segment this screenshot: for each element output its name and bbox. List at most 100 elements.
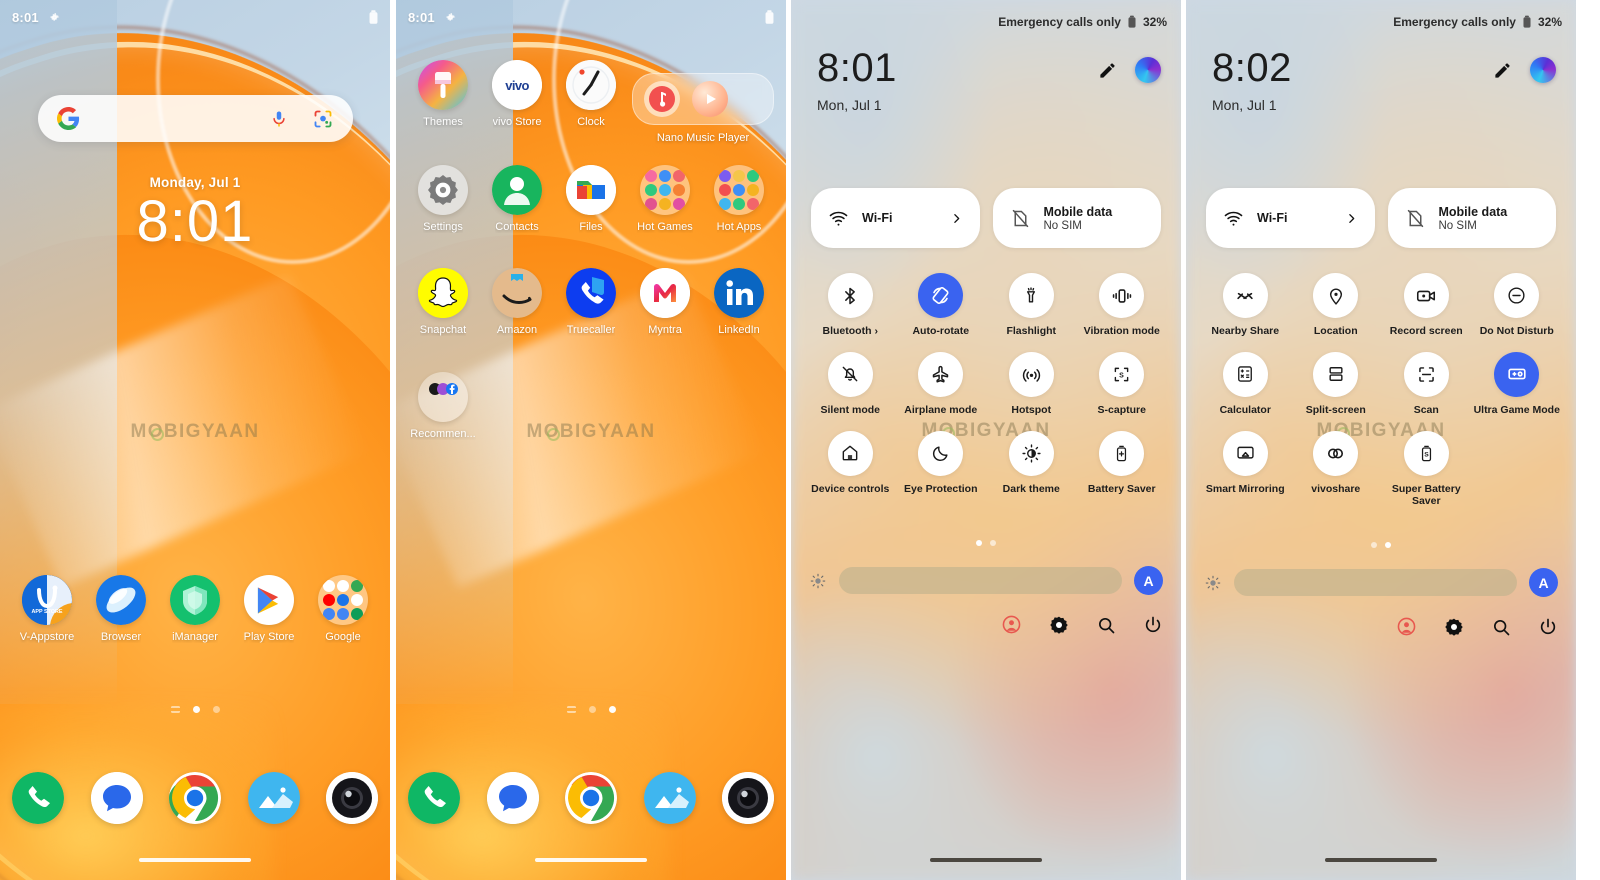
brightness-slider[interactable] — [839, 567, 1122, 594]
qs-tile-vibration-mode[interactable]: Vibration mode — [1077, 273, 1168, 338]
home-indicator[interactable] — [535, 857, 647, 862]
google-search-bar[interactable] — [38, 95, 353, 142]
qs-tile-battery-saver[interactable]: Battery Saver — [1077, 430, 1168, 496]
qs-tile-auto-rotate[interactable]: Auto-rotate — [896, 273, 987, 338]
power-icon[interactable] — [1143, 615, 1163, 635]
gallery-icon[interactable] — [643, 772, 696, 824]
qs-page-dot-active[interactable] — [1385, 542, 1391, 548]
search-icon[interactable] — [1491, 617, 1511, 637]
app-v-appstore[interactable]: APP STORE V-Appstore — [10, 575, 84, 643]
qs-page-indicator[interactable] — [791, 540, 1181, 546]
pencil-edit-icon[interactable] — [1098, 61, 1117, 80]
page-dot[interactable] — [212, 706, 220, 713]
qs-tile-smart-mirroring[interactable]: Smart Mirroring — [1200, 430, 1291, 509]
app-myntra[interactable]: Myntra — [628, 268, 702, 336]
app-recommended-folder[interactable]: Recommen... — [406, 372, 480, 440]
qs-card-mobile-data[interactable]: Mobile data No SIM — [1387, 188, 1556, 248]
app-settings[interactable]: Settings — [406, 165, 480, 233]
messages-icon[interactable] — [90, 772, 143, 824]
jovi-orb-icon[interactable] — [1135, 57, 1161, 83]
qs-page-dot[interactable] — [990, 540, 996, 546]
home-indicator[interactable] — [139, 857, 251, 862]
qs-page-indicator[interactable] — [1186, 542, 1576, 548]
app-themes[interactable]: Themes — [406, 60, 480, 128]
chrome-icon[interactable] — [565, 772, 617, 824]
chevron-right-icon[interactable]: › — [875, 325, 879, 337]
home-indicator[interactable] — [1325, 857, 1437, 862]
microphone-icon[interactable] — [266, 106, 292, 132]
qs-page-dot[interactable] — [1371, 542, 1377, 548]
qs-tile-super-battery-saver[interactable]: S Super Battery Saver — [1381, 430, 1472, 509]
page-dot-active[interactable] — [192, 706, 200, 713]
page-dot-active[interactable] — [608, 706, 616, 713]
app-hot-games[interactable]: Hot Games — [628, 165, 702, 233]
app-contacts[interactable]: Contacts — [480, 165, 554, 233]
app-linkedin[interactable]: LinkedIn — [702, 268, 776, 336]
chevron-right-icon[interactable] — [950, 212, 963, 225]
auto-brightness-button[interactable]: A — [1134, 566, 1163, 595]
qs-tile-do-not-disturb[interactable]: Do Not Disturb — [1472, 273, 1563, 338]
nano-music-player-widget[interactable] — [632, 73, 774, 125]
gear-icon[interactable] — [444, 11, 457, 24]
app-files[interactable]: Files — [554, 165, 628, 233]
app-browser[interactable]: Browser — [84, 575, 158, 643]
qs-tile-flashlight[interactable]: Flashlight — [986, 273, 1077, 338]
qs-tile-nearby-share[interactable]: Nearby Share — [1200, 273, 1291, 338]
brightness-slider[interactable] — [1234, 569, 1517, 596]
camera-icon[interactable] — [722, 772, 774, 824]
qs-tile-ultra-game-mode[interactable]: Ultra Game Mode — [1472, 351, 1563, 417]
phone-icon[interactable] — [12, 772, 64, 824]
search-icon[interactable] — [1096, 615, 1116, 635]
home-indicator[interactable] — [930, 857, 1042, 862]
page-dot-widgets[interactable] — [566, 706, 576, 713]
qs-tile-bluetooth[interactable]: Bluetooth › — [805, 273, 896, 338]
app-imanager[interactable]: iManager — [158, 575, 232, 643]
nano-music-icon[interactable] — [644, 81, 680, 117]
gallery-icon[interactable] — [247, 772, 300, 824]
app-clock[interactable]: Clock — [554, 60, 628, 128]
messages-icon[interactable] — [486, 772, 539, 824]
auto-brightness-button[interactable]: A — [1529, 568, 1558, 597]
page-dot[interactable] — [588, 706, 596, 713]
qs-tile-vivoshare[interactable]: vivoshare — [1291, 430, 1382, 509]
app-snapchat[interactable]: Snapchat — [406, 268, 480, 336]
jovi-orb-icon[interactable] — [1530, 57, 1556, 83]
qs-tile-split-screen[interactable]: Split-screen — [1291, 351, 1382, 417]
qs-tile-record-screen[interactable]: Record screen — [1381, 273, 1472, 338]
page-dot-widgets[interactable] — [170, 706, 180, 713]
app-vivo-store[interactable]: vivo vivo Store — [480, 60, 554, 128]
qs-card-mobile-data[interactable]: Mobile data No SIM — [992, 188, 1161, 248]
qs-tile-airplane-mode[interactable]: Airplane mode — [896, 351, 987, 417]
qs-tile-scan[interactable]: Scan — [1381, 351, 1472, 417]
gear-icon[interactable] — [48, 11, 61, 24]
qs-tile-location[interactable]: Location — [1291, 273, 1382, 338]
page-indicator[interactable] — [0, 706, 390, 713]
play-icon[interactable] — [692, 81, 728, 117]
settings-gear-icon[interactable] — [1049, 615, 1069, 635]
app-amazon[interactable]: Amazon — [480, 268, 554, 336]
qs-tile-eye-protection[interactable]: Eye Protection — [896, 430, 987, 496]
qs-card-wifi[interactable]: Wi-Fi — [811, 188, 980, 248]
qs-card-wifi[interactable]: Wi-Fi — [1206, 188, 1375, 248]
power-icon[interactable] — [1538, 617, 1558, 637]
chrome-icon[interactable] — [169, 772, 221, 824]
camera-icon[interactable] — [326, 772, 378, 824]
app-google-folder[interactable]: Google — [306, 575, 380, 643]
user-account-icon[interactable] — [1001, 614, 1022, 635]
user-account-icon[interactable] — [1396, 616, 1417, 637]
pencil-edit-icon[interactable] — [1493, 61, 1512, 80]
qs-tile-dark-theme[interactable]: Dark theme — [986, 430, 1077, 496]
qs-tile-silent-mode[interactable]: Silent mode — [805, 351, 896, 417]
page-indicator[interactable] — [396, 706, 786, 713]
qs-tile-hotspot[interactable]: Hotspot — [986, 351, 1077, 417]
app-play-store[interactable]: Play Store — [232, 575, 306, 643]
qs-tile-calculator[interactable]: Calculator — [1200, 351, 1291, 417]
qs-tile-s-capture[interactable]: S S-capture — [1077, 351, 1168, 417]
qs-tile-device-controls[interactable]: Device controls — [805, 430, 896, 496]
app-hot-apps[interactable]: Hot Apps — [702, 165, 776, 233]
app-truecaller[interactable]: Truecaller — [554, 268, 628, 336]
settings-gear-icon[interactable] — [1444, 617, 1464, 637]
google-lens-icon[interactable] — [310, 106, 336, 132]
phone-icon[interactable] — [408, 772, 460, 824]
qs-page-dot-active[interactable] — [976, 540, 982, 546]
